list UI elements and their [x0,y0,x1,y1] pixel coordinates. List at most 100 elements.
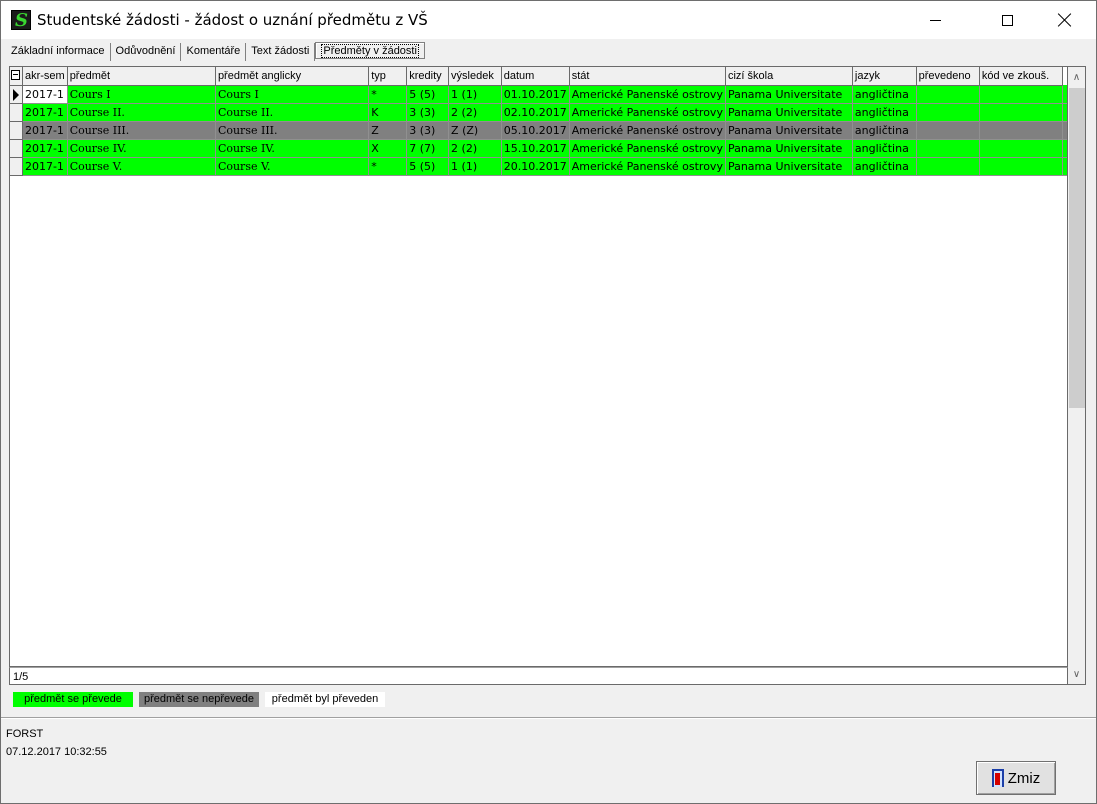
tab-predmety-v-zadosti[interactable]: Předměty v žádosti [315,42,425,59]
col-header-kod-ve-zkous[interactable]: kód ve zkouš. [979,67,1064,86]
table-cell[interactable] [916,85,980,104]
table-cell[interactable]: Panama Universitate [725,121,853,140]
table-cell[interactable]: 01.10.2017 [501,85,570,104]
grid-corner[interactable] [10,67,23,86]
maximize-button[interactable] [984,1,1030,39]
table-cell[interactable]: angličtina [852,157,917,176]
table-cell[interactable]: Panama Universitate [725,157,853,176]
table-cell[interactable]: Cours I [67,85,216,104]
table-cell[interactable]: 2 (2) [448,139,502,158]
scroll-thumb[interactable] [1069,88,1085,408]
table-cell[interactable]: Course III. [67,121,216,140]
table-cell[interactable]: * [368,85,408,104]
header-row: akr-sem předmět předmět anglicky typ kre… [10,67,1067,86]
table-cell[interactable]: Course V. [215,157,370,176]
scroll-down-icon[interactable]: ∨ [1068,665,1085,683]
table-cell[interactable]: Z [368,121,408,140]
table-cell[interactable] [979,157,1064,176]
col-header-kredity[interactable]: kredity [406,67,450,86]
table-cell[interactable]: Americké Panenské ostrovy [569,121,726,140]
table-cell[interactable]: 2017-1 [22,121,68,140]
table-cell[interactable]: 1 (1) [448,157,502,176]
table-row[interactable]: 2017-1 Course IV. Course IV. X 7 (7) 2 (2) 15.… [10,139,1067,158]
col-header-vysledek[interactable]: výsledek [448,67,502,86]
table-cell[interactable] [916,121,980,140]
scroll-up-icon[interactable]: ∧ [1068,68,1085,86]
table-cell[interactable]: angličtina [852,85,917,104]
subjects-grid[interactable]: akr-sem předmět předmět anglicky typ kre… [9,66,1068,667]
table-row[interactable]: 2017-1 Course II. Course II. K 3 (3) 2 (2) 02.… [10,103,1067,122]
table-cell[interactable]: 05.10.2017 [501,121,570,140]
table-cell[interactable]: Course IV. [215,139,370,158]
table-cell[interactable]: Americké Panenské ostrovy [569,103,726,122]
row-indicator[interactable] [10,139,23,158]
col-header-typ[interactable]: typ [368,67,408,86]
table-cell[interactable]: 3 (3) [406,103,450,122]
table-cell[interactable]: 1 (1) [448,85,502,104]
table-cell[interactable]: 20.10.2017 [501,157,570,176]
table-cell[interactable]: 2017-1 [22,85,68,104]
table-cell[interactable]: Course III. [215,121,370,140]
table-cell[interactable]: angličtina [852,103,917,122]
table-cell[interactable]: X [368,139,408,158]
row-indicator[interactable] [10,85,23,104]
col-header-datum[interactable]: datum [501,67,570,86]
table-cell[interactable] [979,121,1064,140]
row-indicator[interactable] [10,103,23,122]
table-cell[interactable]: angličtina [852,121,917,140]
table-cell[interactable]: 15.10.2017 [501,139,570,158]
table-cell[interactable]: 2 (2) [448,103,502,122]
col-header-stat[interactable]: stát [569,67,726,86]
table-cell[interactable]: 5 (5) [406,157,450,176]
table-cell[interactable]: 3 (3) [406,121,450,140]
vertical-scrollbar[interactable]: ∧ ∨ [1068,66,1086,685]
col-header-jazyk[interactable]: jazyk [852,67,917,86]
table-cell[interactable]: Americké Panenské ostrovy [569,139,726,158]
col-header-akr-sem[interactable]: akr-sem [22,67,68,86]
table-cell[interactable]: 7 (7) [406,139,450,158]
row-indicator[interactable] [10,157,23,176]
table-cell[interactable] [916,157,980,176]
table-cell[interactable]: 2017-1 [22,139,68,158]
table-cell[interactable]: Americké Panenské ostrovy [569,85,726,104]
table-row[interactable]: 2017-1 Course V. Course V. * 5 (5) 1 (1) 20.10… [10,157,1067,176]
tab-oduvodneni[interactable]: Odůvodnění [111,43,182,61]
col-header-predmet[interactable]: předmět [67,67,216,86]
tab-zakladni-informace[interactable]: Základní informace [6,43,111,61]
app-s-icon[interactable]: S [11,10,31,31]
row-indicator[interactable] [10,121,23,140]
table-cell[interactable]: Cours I [215,85,370,104]
table-cell[interactable]: 02.10.2017 [501,103,570,122]
table-cell[interactable]: Course V. [67,157,216,176]
table-cell[interactable]: * [368,157,408,176]
zmiz-button[interactable]: Zmiz [976,761,1056,795]
table-row[interactable]: 2017-1 Course III. Course III. Z 3 (3) Z (Z) 0… [10,121,1067,140]
table-cell[interactable]: 2017-1 [22,103,68,122]
title-bar[interactable]: S Studentské žádosti - žádost o uznání p… [1,1,1096,39]
col-header-predmet-anglicky[interactable]: předmět anglicky [215,67,370,86]
close-window-button[interactable] [1042,1,1088,39]
table-cell[interactable]: angličtina [852,139,917,158]
col-header-cizi-skola[interactable]: cizí škola [725,67,853,86]
table-cell[interactable]: Z (Z) [448,121,502,140]
table-cell[interactable] [979,139,1064,158]
table-cell[interactable] [979,103,1064,122]
table-cell[interactable]: Course II. [67,103,216,122]
table-cell[interactable]: Course II. [215,103,370,122]
table-cell[interactable]: Panama Universitate [725,85,853,104]
table-cell[interactable] [979,85,1064,104]
col-header-prevedeno[interactable]: převedeno [916,67,980,86]
table-cell[interactable]: Panama Universitate [725,103,853,122]
table-cell[interactable]: K [368,103,408,122]
table-cell[interactable]: Course IV. [67,139,216,158]
tab-text-zadosti[interactable]: Text žádosti [246,43,316,61]
table-cell[interactable]: Americké Panenské ostrovy [569,157,726,176]
table-cell[interactable]: 5 (5) [406,85,450,104]
table-cell[interactable] [916,103,980,122]
tab-komentare[interactable]: Komentáře [181,43,247,61]
table-cell[interactable] [916,139,980,158]
table-cell[interactable]: Panama Universitate [725,139,853,158]
table-cell[interactable]: 2017-1 [22,157,68,176]
table-row[interactable]: 2017-1 Cours I Cours I * 5 (5) 1 (1) 01.10.201… [10,85,1067,104]
minimize-button[interactable] [912,1,958,39]
